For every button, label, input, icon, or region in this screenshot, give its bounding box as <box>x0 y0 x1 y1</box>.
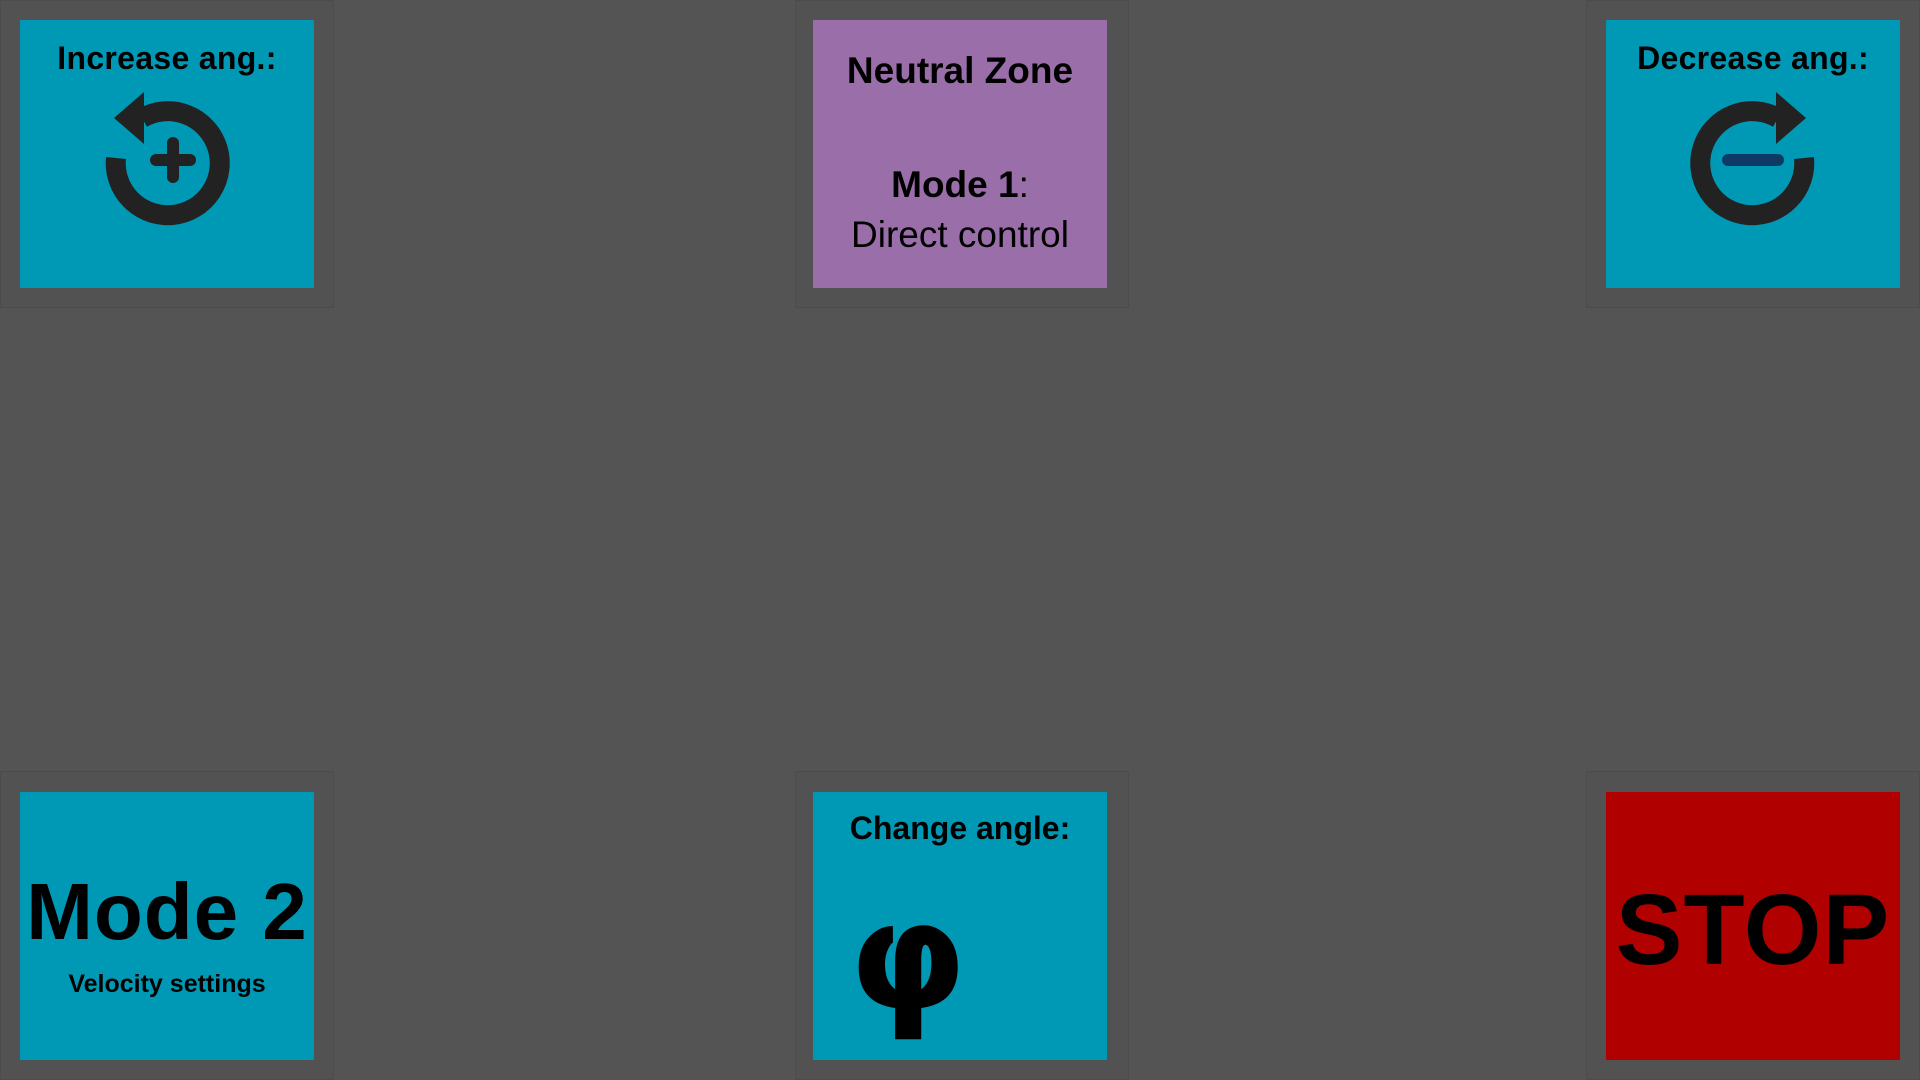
stop-label: STOP <box>1615 874 1891 986</box>
change-angle-label: Change angle: <box>849 810 1071 846</box>
decrease-angle-label: Decrease ang.: <box>1637 40 1869 76</box>
phi-symbol: φ <box>849 870 967 1044</box>
mode-2-button[interactable]: Mode 2 Velocity settings <box>20 792 314 1060</box>
rotate-ccw-plus-icon <box>20 86 314 226</box>
rotate-cw-minus-icon <box>1606 86 1900 226</box>
mode-1-description: Direct control <box>851 214 1069 255</box>
decrease-angle-button[interactable]: Decrease ang.: <box>1606 20 1900 288</box>
neutral-zone-title: Neutral Zone <box>846 50 1074 91</box>
mode-1-label: Mode 1: <box>813 164 1107 206</box>
change-angle-button[interactable]: Change angle: φ <box>813 792 1107 1060</box>
mode-1-colon: : <box>1018 164 1029 205</box>
stop-button[interactable]: STOP <box>1606 792 1900 1060</box>
mode-2-subtitle: Velocity settings <box>68 970 266 998</box>
mode-2-title: Mode 2 <box>26 867 308 956</box>
neutral-zone-tile[interactable]: Neutral Zone Mode 1: Direct control <box>813 20 1107 288</box>
mode-1-name: Mode 1 <box>891 164 1019 205</box>
increase-angle-label: Increase ang.: <box>57 40 277 76</box>
control-screen: Increase ang.: Neutral Zone Mode 1: Dire… <box>0 0 1920 1080</box>
increase-angle-button[interactable]: Increase ang.: <box>20 20 314 288</box>
